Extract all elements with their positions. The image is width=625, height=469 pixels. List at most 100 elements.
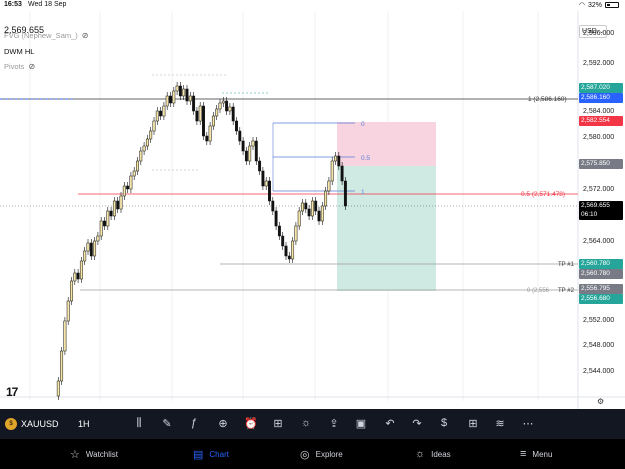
candle-body xyxy=(149,130,153,140)
status-bar: 16:53 Wed 18 Sep ◠ 32% xyxy=(0,0,625,11)
candle-body xyxy=(291,240,295,260)
indicator-dwm-hl[interactable]: DWM HL xyxy=(4,47,34,56)
candle-body xyxy=(264,180,268,187)
candle-body xyxy=(228,106,232,112)
nav-menu[interactable]: ≡ Menu xyxy=(520,448,552,460)
candle-body xyxy=(172,90,176,104)
undo-icon[interactable]: ↶ xyxy=(383,417,397,430)
bar-countdown: 06:10 xyxy=(579,210,623,220)
chart-toolbar: $ XAUUSD 1H ⫼ ✎ ƒ ⊕ ⏰ ⊞ ☼ ⇪ ▣ ↶ ↷ $ ⊞ ≋ … xyxy=(0,409,625,439)
candle-body xyxy=(116,200,120,210)
indicator-dwm-label: DWM HL xyxy=(4,47,35,56)
candle-body xyxy=(314,200,318,212)
plus-icon[interactable]: ⊕ xyxy=(216,417,230,430)
redo-icon[interactable]: ↷ xyxy=(410,417,424,430)
candle-body xyxy=(142,145,146,152)
chart-area[interactable]: 1 (2,586.160) 0.5 (2,571.478) TP #1 TP #… xyxy=(0,11,625,416)
price-axis-tick: 2,584.000 xyxy=(583,108,615,115)
candle-body xyxy=(126,185,130,190)
nav-chart-label: Chart xyxy=(209,450,229,459)
indicators-icon[interactable]: ƒ xyxy=(187,417,201,429)
pencil-icon[interactable]: ✎ xyxy=(160,417,174,430)
share-icon[interactable]: ⇪ xyxy=(327,417,341,430)
candle-body xyxy=(182,88,186,97)
candle-body xyxy=(310,200,314,217)
symbol-selector[interactable]: XAUUSD xyxy=(21,419,59,429)
candle-body xyxy=(235,120,238,132)
indicator-fvg[interactable]: FVG (Nephew_Sam_) ⊘ xyxy=(4,31,88,40)
candle-body xyxy=(139,150,143,162)
candle-body xyxy=(132,170,136,177)
candle-body xyxy=(129,175,133,190)
candle-body xyxy=(261,170,265,187)
eye-off-icon[interactable]: ⊘ xyxy=(28,62,35,71)
price-tag: 2,560.780 xyxy=(579,259,623,269)
price-tag: 2,582.554 xyxy=(579,116,623,126)
candle-body xyxy=(205,135,209,142)
candle-body xyxy=(307,208,311,217)
candle-body xyxy=(301,202,304,212)
menu-icon: ≡ xyxy=(520,448,527,460)
candle-body xyxy=(119,195,123,210)
timeframe-selector[interactable]: 1H xyxy=(78,419,90,429)
camera-icon[interactable]: ▣ xyxy=(354,417,368,430)
dollar-icon[interactable]: $ xyxy=(437,417,451,429)
lightbulb-icon[interactable]: ☼ xyxy=(299,417,313,429)
indicator-pivots[interactable]: Pivots ⊘ xyxy=(4,62,35,71)
loss-zone xyxy=(337,122,436,166)
price-tag: 2,560.780 xyxy=(579,269,623,279)
candle-body xyxy=(155,110,159,122)
candle-body xyxy=(225,100,229,112)
candle-body xyxy=(109,210,113,217)
candle-body xyxy=(178,85,182,97)
candle-body xyxy=(287,255,291,260)
candle-body xyxy=(211,115,215,127)
candle-body xyxy=(93,240,97,257)
candle-body xyxy=(251,140,255,147)
candle-body xyxy=(152,120,156,132)
candle-body xyxy=(99,220,103,237)
level-0-label: 0 (2,556 xyxy=(527,288,550,294)
alert-icon[interactable]: ⏰ xyxy=(244,417,258,430)
eye-off-icon[interactable]: ⊘ xyxy=(82,31,89,40)
candle-body xyxy=(304,202,308,210)
candle-body xyxy=(221,100,225,104)
chart-canvas[interactable]: 1 (2,586.160) 0.5 (2,571.478) TP #1 TP #… xyxy=(0,11,625,409)
candle-body xyxy=(122,185,126,197)
nav-ideas[interactable]: ☼ Ideas xyxy=(415,448,451,460)
price-tag: 2,587.020 xyxy=(579,83,623,93)
trade-icon[interactable]: ⊞ xyxy=(466,417,480,430)
candle-body xyxy=(327,180,331,192)
candle-body xyxy=(86,242,90,252)
nav-watchlist[interactable]: ☆ Watchlist xyxy=(70,448,118,461)
layout-icon[interactable]: ⊞ xyxy=(271,417,285,430)
compass-icon: ◎ xyxy=(300,449,310,461)
tradingview-logo-icon: 17 xyxy=(6,385,18,399)
candle-type-icon[interactable]: ⫼ xyxy=(132,417,146,430)
price-axis-tick: 2,544.000 xyxy=(583,368,615,375)
more-icon[interactable]: ⋯ xyxy=(521,417,535,430)
candle-body xyxy=(70,280,73,302)
candle-body xyxy=(188,95,192,102)
fib-05-label: 0.5 xyxy=(361,155,370,162)
grid-lines xyxy=(29,11,539,401)
candle-body xyxy=(60,350,64,382)
candle-body xyxy=(320,205,324,222)
nav-chart[interactable]: ▤ Chart xyxy=(193,448,229,461)
candle-body xyxy=(271,200,275,212)
status-date: Wed 18 Sep xyxy=(28,1,67,8)
wave-icon[interactable]: ≋ xyxy=(493,417,507,430)
candle-body xyxy=(162,105,166,117)
candle-body xyxy=(198,105,202,122)
settings-icon[interactable]: ⚙ xyxy=(597,397,604,406)
price-axis-tick: 2,592.000 xyxy=(583,60,615,67)
candle-body xyxy=(317,210,321,222)
candle-body xyxy=(66,300,70,322)
price-tag: 2,556.795 xyxy=(579,284,623,294)
candle-body xyxy=(63,320,67,352)
nav-explore-label: Explore xyxy=(315,450,343,459)
chart-icon: ▤ xyxy=(193,449,204,461)
fib-1-label: 1 xyxy=(361,189,365,196)
nav-explore[interactable]: ◎ Explore xyxy=(300,448,343,461)
candle-body xyxy=(185,88,189,102)
